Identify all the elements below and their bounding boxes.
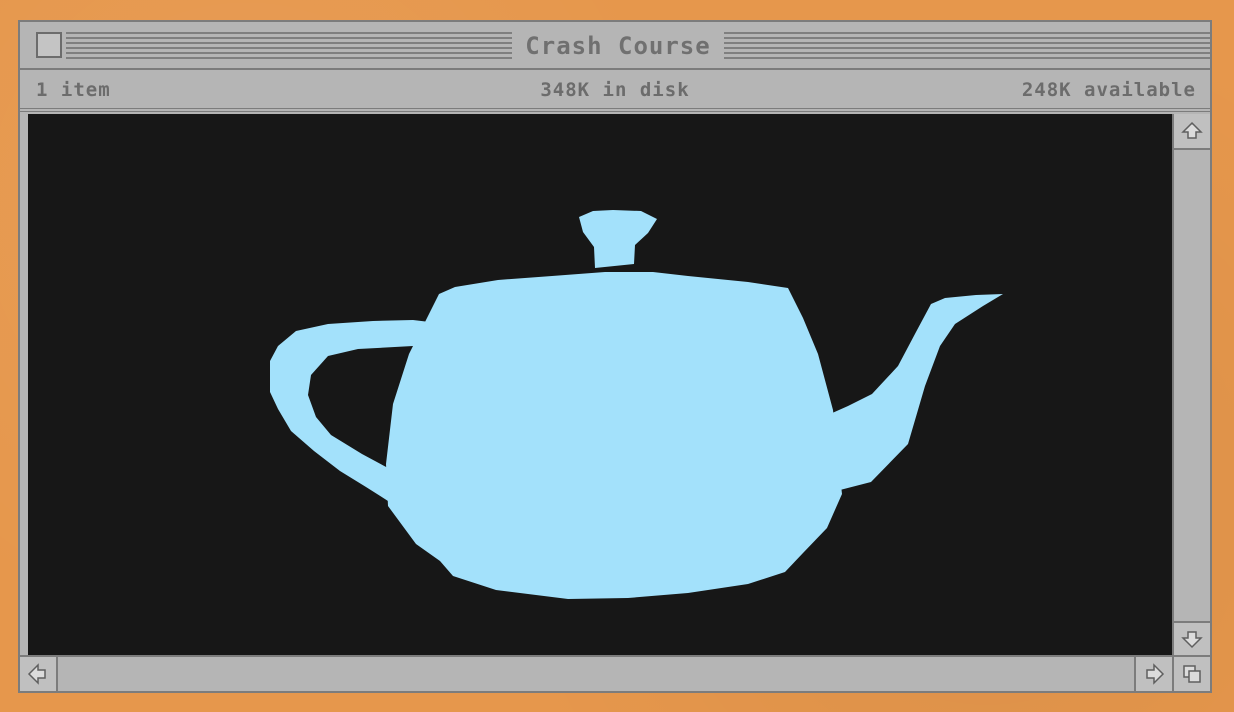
arrow-up-icon[interactable]	[1174, 114, 1210, 150]
close-box-icon[interactable]	[36, 32, 62, 58]
horizontal-scrollbar[interactable]	[20, 655, 1210, 691]
title-bar[interactable]: Crash Course	[20, 22, 1210, 70]
finder-window: Crash Course 1 item 348K in disk 248K av…	[18, 20, 1212, 693]
teapot-silhouette	[270, 210, 1003, 599]
content-area	[28, 114, 1172, 655]
teapot-body	[386, 272, 842, 599]
title-bar-stripes-right	[724, 32, 1210, 60]
arrow-left-icon[interactable]	[20, 657, 58, 691]
teapot-lid-knob	[579, 210, 657, 268]
resize-box-icon[interactable]	[1172, 657, 1210, 691]
vertical-scrollbar[interactable]	[1172, 114, 1210, 655]
teapot-image	[270, 210, 1003, 599]
title-bar-stripes-left	[66, 32, 512, 60]
arrow-down-icon[interactable]	[1174, 621, 1210, 655]
available-space: 248K available	[1021, 79, 1196, 101]
info-bar: 1 item 348K in disk 248K available	[20, 70, 1210, 112]
window-title: Crash Course	[525, 32, 711, 60]
arrow-right-icon[interactable]	[1134, 657, 1172, 691]
teapot-spout	[830, 294, 1003, 490]
